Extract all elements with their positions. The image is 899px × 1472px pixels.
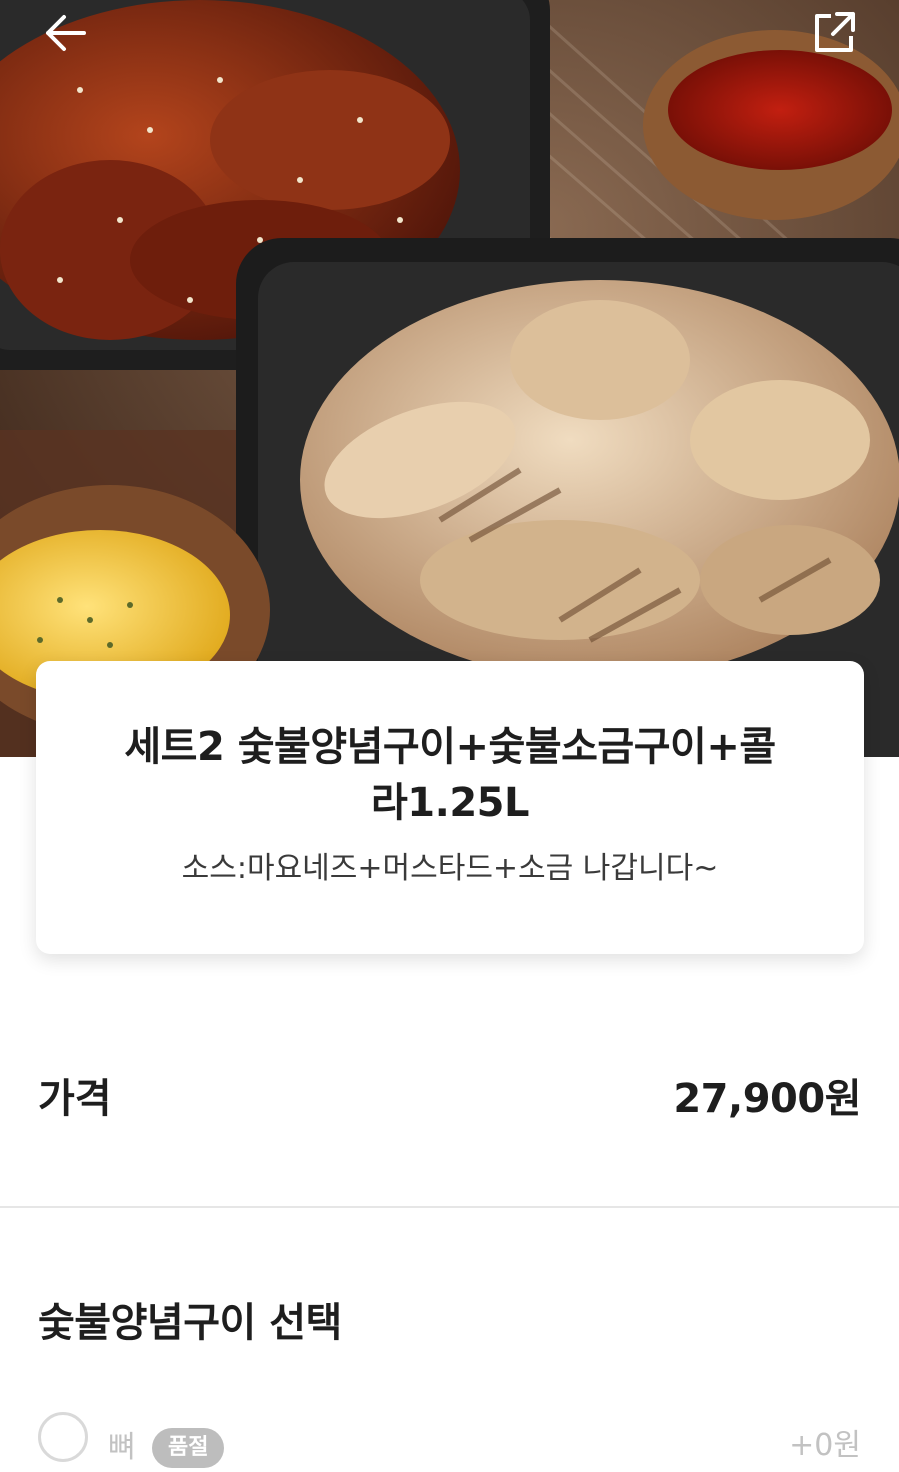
menu-description: 소스:마요네즈+머스타드+소금 나갑니다~ xyxy=(181,851,719,886)
option-radio[interactable] xyxy=(38,1412,88,1462)
price-row: 가격 27,900원 xyxy=(0,1060,899,1130)
option-label: 뼈 xyxy=(108,1430,136,1465)
food-photo xyxy=(0,0,899,757)
menu-name: 세트2 숯불양념구이+숯불소금구이+콜라1.25L xyxy=(124,724,776,826)
arrow-left-icon xyxy=(46,15,86,51)
soldout-badge: 품절 xyxy=(152,1428,225,1468)
option-group-title: 숯불양념구이 선택 xyxy=(38,1300,342,1346)
share-button[interactable] xyxy=(807,6,861,60)
option-item[interactable]: 뼈 품절 +0원 xyxy=(0,1412,899,1472)
back-button[interactable] xyxy=(38,6,92,60)
share-external-icon xyxy=(815,12,855,52)
option-price: +0원 xyxy=(789,1428,861,1463)
menu-hero-image xyxy=(0,0,899,757)
menu-info-card: 세트2 숯불양념구이+숯불소금구이+콜라1.25L 소스:마요네즈+머스타드+소… xyxy=(36,661,864,954)
price-value: 27,900원 xyxy=(673,1076,861,1122)
section-divider xyxy=(0,1206,899,1208)
price-label: 가격 xyxy=(38,1076,112,1122)
